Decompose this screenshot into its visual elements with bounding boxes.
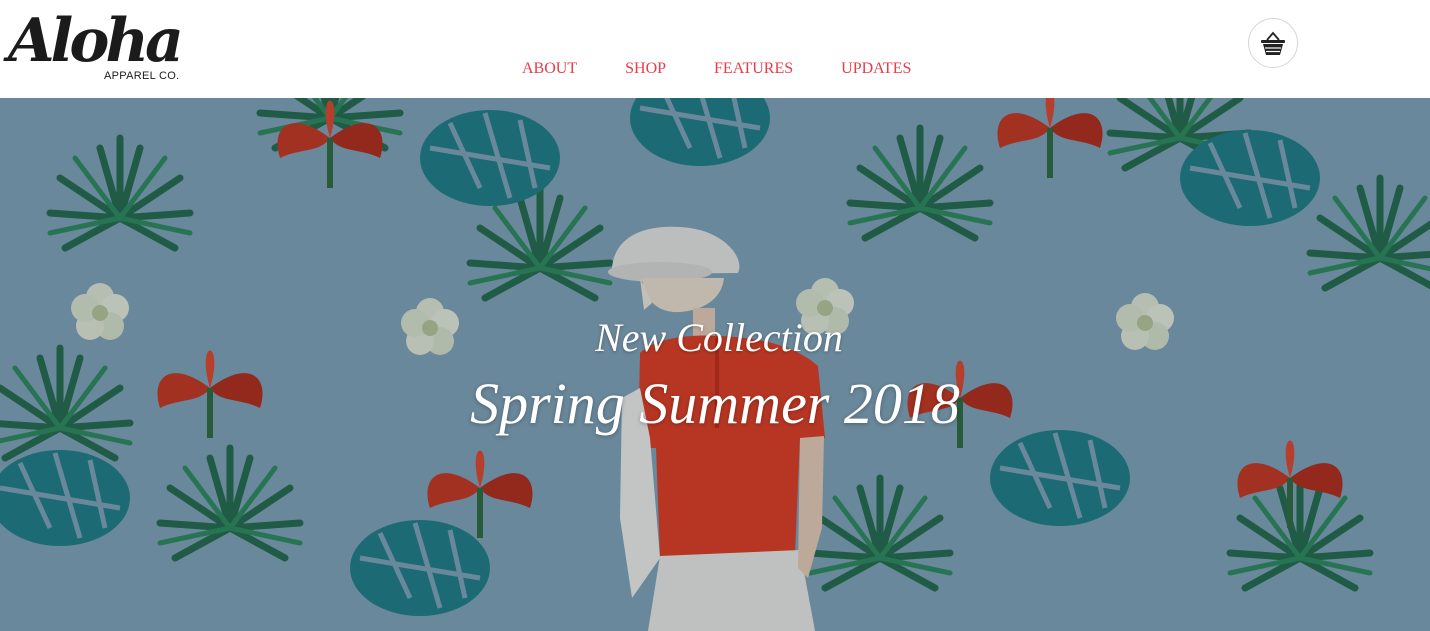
- hero-banner: New Collection Spring Summer 2018: [0, 98, 1430, 631]
- logo-subtitle: APPAREL CO.: [104, 70, 180, 82]
- nav-link-features[interactable]: FEATURES: [714, 58, 793, 80]
- hero-kicker: New Collection: [595, 315, 843, 360]
- nav-link-about[interactable]: ABOUT: [522, 58, 577, 80]
- nav-link-updates[interactable]: UPDATES: [841, 58, 911, 80]
- nav-link-shop[interactable]: SHOP: [625, 58, 666, 80]
- hero-title: Spring Summer 2018: [470, 371, 960, 436]
- logo-wordmark: Aloha: [8, 6, 184, 76]
- brand-logo[interactable]: Aloha APPAREL CO.: [8, 6, 188, 86]
- basket-icon: [1261, 31, 1285, 55]
- hero-text: New Collection Spring Summer 2018: [0, 314, 1430, 438]
- main-nav: ABOUT SHOP FEATURES UPDATES: [498, 58, 935, 80]
- site-header: Aloha APPAREL CO. ABOUT SHOP FEATURES UP…: [0, 0, 1430, 98]
- cart-button[interactable]: [1248, 18, 1298, 68]
